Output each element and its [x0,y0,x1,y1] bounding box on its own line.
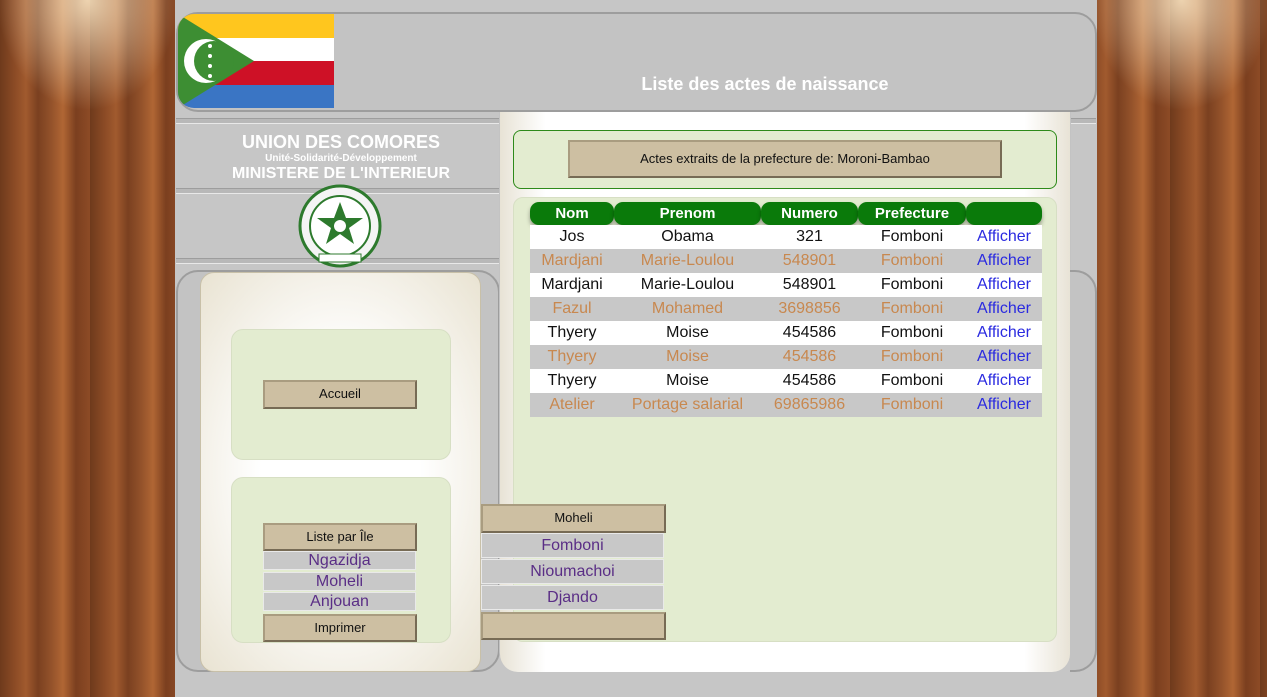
cell-prenom: Moise [614,321,761,345]
cell-nom: Fazul [530,297,614,321]
home-button[interactable]: Accueil [263,380,417,409]
cell-prefecture: Fomboni [858,369,966,393]
cell-prenom: Moise [614,345,761,369]
cell-prenom: Mohamed [614,297,761,321]
footer-strip [175,672,1097,697]
cell-nom: Mardjani [530,273,614,297]
cell-nom: Atelier [530,393,614,417]
column-header-prenom: Prenom [614,202,761,225]
island-link-anjouan[interactable]: Anjouan [263,592,416,611]
cell-numero: 454586 [761,345,858,369]
table-header-row: Nom Prenom Numero Prefecture [530,202,1042,225]
cell-prenom: Marie-Loulou [614,273,761,297]
wood-background-right [1096,0,1267,697]
view-record-link[interactable]: Afficher [966,345,1042,369]
cell-numero: 3698856 [761,297,858,321]
cell-numero: 548901 [761,249,858,273]
records-table: Nom Prenom Numero Prefecture Jos Obama 3… [530,202,1042,417]
cell-numero: 548901 [761,273,858,297]
prefecture-subtitle: Actes extraits de la prefecture de: Moro… [568,140,1002,178]
cell-prefecture: Fomboni [858,345,966,369]
island-link-moheli[interactable]: Moheli [263,572,416,591]
cell-nom: Thyery [530,345,614,369]
ministry-seal-icon [298,184,382,268]
submenu-empty-button[interactable] [481,612,666,640]
cell-prefecture: Fomboni [858,273,966,297]
cell-nom: Jos [530,225,614,249]
org-motto: Unité-Solidarité-Développement [265,153,417,164]
org-name: UNION DES COMORES [241,132,441,152]
table-row: Thyery Moise 454586 Fomboni Afficher [530,321,1042,345]
cell-prefecture: Fomboni [858,393,966,417]
cell-prenom: Marie-Loulou [614,249,761,273]
cell-prefecture: Fomboni [858,297,966,321]
prefecture-link-fomboni[interactable]: Fomboni [481,533,664,558]
print-button[interactable]: Imprimer [263,614,417,642]
table-row: Fazul Mohamed 3698856 Fomboni Afficher [530,297,1042,321]
cell-numero: 454586 [761,321,858,345]
table-row: Thyery Moise 454586 Fomboni Afficher [530,369,1042,393]
column-header-nom: Nom [530,202,614,225]
cell-nom: Thyery [530,369,614,393]
column-header-numero: Numero [761,202,858,225]
cell-prefecture: Fomboni [858,249,966,273]
column-header-action [966,202,1042,225]
table-row: Mardjani Marie-Loulou 548901 Fomboni Aff… [530,273,1042,297]
view-record-link[interactable]: Afficher [966,225,1042,249]
cell-nom: Thyery [530,321,614,345]
cell-prenom: Obama [614,225,761,249]
list-by-island-button[interactable]: Liste par Île [263,523,417,551]
flag-triangle [178,14,254,108]
cell-prefecture: Fomboni [858,225,966,249]
column-header-prefecture: Prefecture [858,202,966,225]
prefecture-link-djando[interactable]: Djando [481,585,664,610]
table-row: Mardjani Marie-Loulou 548901 Fomboni Aff… [530,249,1042,273]
submenu-island-moheli[interactable]: Moheli [481,504,666,533]
view-record-link[interactable]: Afficher [966,249,1042,273]
cell-numero: 69865986 [761,393,858,417]
cell-prenom: Moise [614,369,761,393]
cell-prenom: Portage salarial [614,393,761,417]
view-record-link[interactable]: Afficher [966,393,1042,417]
wood-background-left [0,0,175,697]
org-ministry: MINISTERE DE L'INTERIEUR [231,165,451,182]
prefecture-link-nioumachoi[interactable]: Nioumachoi [481,559,664,584]
comoros-flag-icon [178,14,334,108]
table-row: Atelier Portage salarial 69865986 Fombon… [530,393,1042,417]
table-row: Thyery Moise 454586 Fomboni Afficher [530,345,1042,369]
cell-numero: 321 [761,225,858,249]
view-record-link[interactable]: Afficher [966,273,1042,297]
page-title: Liste des actes de naissance [641,74,889,94]
right-panel-edge [1070,270,1097,672]
island-link-ngazidja[interactable]: Ngazidja [263,551,416,570]
table-row: Jos Obama 321 Fomboni Afficher [530,225,1042,249]
view-record-link[interactable]: Afficher [966,297,1042,321]
cell-prefecture: Fomboni [858,321,966,345]
cell-numero: 454586 [761,369,858,393]
cell-nom: Mardjani [530,249,614,273]
view-record-link[interactable]: Afficher [966,369,1042,393]
view-record-link[interactable]: Afficher [966,321,1042,345]
